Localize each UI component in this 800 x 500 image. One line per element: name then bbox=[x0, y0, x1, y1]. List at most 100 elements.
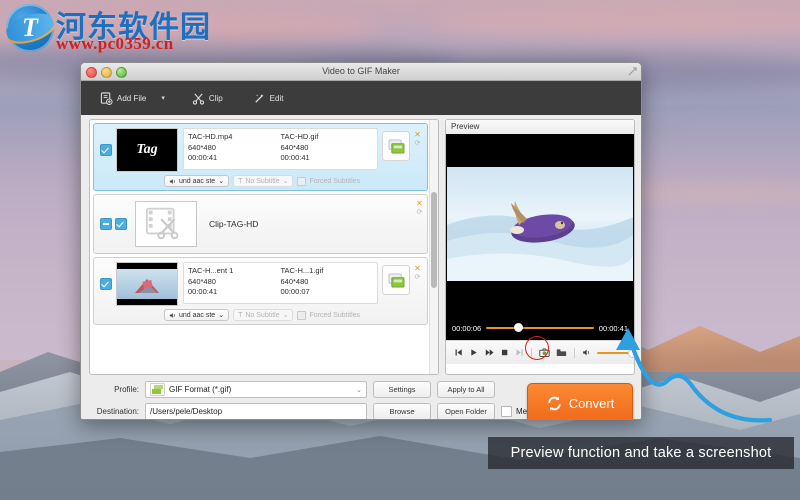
window-content: Tag TAC-HD.mp4 640*480 00:00:41 TAC-HD.g… bbox=[81, 115, 641, 419]
video-frame bbox=[447, 167, 633, 281]
audio-track-value: und aac ste bbox=[179, 177, 216, 185]
snapshot-button[interactable] bbox=[539, 347, 550, 358]
clip-button[interactable]: Clip bbox=[185, 89, 230, 108]
annotation-caption: Preview function and take a screenshot bbox=[488, 437, 794, 469]
source-info: TAC-HD.mp4 640*480 00:00:41 bbox=[188, 132, 281, 166]
fast-forward-button[interactable] bbox=[485, 347, 494, 358]
edit-label: Edit bbox=[269, 93, 284, 103]
open-folder-button[interactable]: Open Folder bbox=[437, 403, 495, 419]
merge-checkbox-box bbox=[501, 406, 512, 417]
table-row[interactable]: Clip-TAG-HD ✕ ⟳ bbox=[93, 194, 428, 254]
subtitle-value: No Subtitle bbox=[245, 177, 280, 185]
destination-value: /Users/pele/Desktop bbox=[150, 407, 223, 416]
audio-track-select[interactable]: und aac ste ⌄ bbox=[164, 309, 230, 321]
settings-panel: Profile: GIF Format (*.gif) ⌄ Settings A… bbox=[89, 381, 633, 419]
source-resolution: 640*480 bbox=[188, 276, 216, 286]
logo-letter: T bbox=[22, 13, 38, 42]
file-list: Tag TAC-HD.mp4 640*480 00:00:41 TAC-HD.g… bbox=[89, 119, 439, 375]
output-format-button[interactable] bbox=[382, 131, 410, 161]
row-main: TAC-H...ent 1 640*480 00:00:41 TAC-H...1… bbox=[94, 258, 427, 308]
source-resolution: 640*480 bbox=[188, 142, 216, 152]
source-info: TAC-H...ent 1 640*480 00:00:41 bbox=[188, 266, 281, 300]
thumbnail-label: Tag bbox=[136, 142, 158, 157]
destination-input[interactable]: /Users/pele/Desktop bbox=[145, 403, 367, 419]
volume-button[interactable] bbox=[582, 347, 591, 358]
add-file-dropdown-caret[interactable]: ▾ bbox=[157, 91, 169, 105]
seek-slider[interactable] bbox=[486, 323, 594, 332]
forced-subtitles-label: Forced Subtitles bbox=[309, 311, 361, 319]
table-row[interactable]: TAC-H...ent 1 640*480 00:00:41 TAC-H...1… bbox=[93, 257, 428, 325]
video-thumbnail bbox=[116, 262, 178, 306]
subtitle-icon: T bbox=[238, 311, 243, 319]
seek-handle[interactable] bbox=[514, 323, 524, 332]
clip-thumbnail bbox=[135, 201, 197, 247]
stop-button[interactable] bbox=[500, 347, 509, 358]
reload-row-button[interactable]: ⟳ bbox=[412, 139, 423, 148]
open-snapshot-folder-button[interactable] bbox=[556, 347, 567, 358]
row-checkbox[interactable] bbox=[115, 218, 127, 230]
magic-wand-icon bbox=[255, 93, 264, 103]
previous-button[interactable] bbox=[454, 347, 463, 358]
output-resolution: 640*480 bbox=[280, 142, 309, 152]
next-button[interactable] bbox=[515, 347, 524, 358]
add-file-label: Add File bbox=[117, 93, 147, 103]
site-watermark: T 河东软件园 www.pc0359.cn bbox=[4, 2, 264, 56]
watermark-logo-icon: T bbox=[6, 4, 54, 52]
output-resolution: 640*480 bbox=[280, 276, 309, 286]
chevron-down-icon: ⌄ bbox=[218, 312, 225, 319]
forced-subtitles-checkbox[interactable]: Forced Subtitles bbox=[297, 310, 361, 320]
add-file-button[interactable]: Add File bbox=[93, 89, 153, 108]
scrollbar-thumb[interactable] bbox=[431, 192, 437, 288]
edit-button[interactable]: Edit bbox=[246, 89, 291, 108]
profile-label: Profile: bbox=[114, 385, 139, 394]
app-window: Video to GIF Maker Add File ▾ Clip Edit … bbox=[80, 62, 642, 420]
clip-film-icon bbox=[145, 207, 179, 240]
audio-track-value: und aac ste bbox=[179, 311, 216, 319]
row-track-bar: und aac ste ⌄ T No Subtitle ⌄ Forced Sub… bbox=[94, 308, 427, 324]
table-row[interactable]: Tag TAC-HD.mp4 640*480 00:00:41 TAC-HD.g… bbox=[93, 123, 428, 191]
clip-row: Clip-TAG-HD bbox=[94, 195, 427, 253]
clip-label: Clip bbox=[208, 93, 223, 103]
current-time: 00:00:06 bbox=[452, 323, 482, 333]
resize-handle-icon[interactable] bbox=[628, 67, 637, 76]
video-surface[interactable] bbox=[446, 134, 634, 316]
source-duration: 00:00:41 bbox=[188, 153, 218, 162]
add-file-icon bbox=[100, 91, 113, 105]
apply-to-all-button[interactable]: Apply to All bbox=[437, 381, 495, 398]
video-thumbnail: Tag bbox=[116, 128, 178, 172]
reload-row-button[interactable]: ⟳ bbox=[414, 208, 425, 217]
profile-select[interactable]: GIF Format (*.gif) ⌄ bbox=[145, 381, 367, 398]
audio-track-select[interactable]: und aac ste ⌄ bbox=[164, 175, 230, 187]
main-toolbar: Add File ▾ Clip Edit bbox=[81, 81, 641, 116]
row-actions: ✕ ⟳ bbox=[414, 197, 425, 217]
subtitle-select[interactable]: T No Subtitle ⌄ bbox=[233, 175, 294, 187]
play-button[interactable] bbox=[469, 347, 478, 358]
output-info: TAC-HD.gif 640*480 00:00:41 bbox=[281, 132, 374, 166]
speaker-icon bbox=[169, 312, 175, 318]
forced-subtitles-checkbox[interactable]: Forced Subtitles bbox=[297, 176, 360, 186]
window-title: Video to GIF Maker bbox=[322, 66, 400, 76]
chevron-down-icon: ⌄ bbox=[218, 178, 225, 185]
control-separator bbox=[531, 347, 533, 358]
remove-row-button[interactable]: ✕ bbox=[414, 200, 425, 208]
gif-format-icon bbox=[150, 383, 165, 396]
title-bar: Video to GIF Maker bbox=[81, 63, 641, 81]
chevron-down-icon: ⌄ bbox=[356, 386, 362, 394]
output-filename: TAC-HD.gif bbox=[280, 132, 319, 141]
settings-button[interactable]: Settings bbox=[373, 381, 431, 398]
output-filename: TAC-H...1.gif bbox=[280, 266, 324, 275]
remove-row-button[interactable]: ✕ bbox=[412, 265, 423, 273]
browse-button[interactable]: Browse bbox=[373, 403, 431, 419]
remove-row-button[interactable]: ✕ bbox=[412, 131, 423, 139]
subtitle-icon: T bbox=[238, 177, 243, 185]
row-checkbox[interactable] bbox=[100, 144, 112, 156]
chevron-down-icon: ⌄ bbox=[282, 312, 289, 319]
row-checkbox[interactable] bbox=[100, 278, 112, 290]
output-format-button[interactable] bbox=[382, 265, 410, 295]
file-list-scrollbar[interactable] bbox=[429, 120, 438, 374]
subtitle-select[interactable]: T No Subtitle ⌄ bbox=[233, 309, 294, 321]
output-info: TAC-H...1.gif 640*480 00:00:07 bbox=[281, 266, 374, 300]
row-collapse-toggle[interactable] bbox=[100, 218, 112, 230]
reload-row-button[interactable]: ⟳ bbox=[412, 273, 423, 282]
forced-subtitles-box bbox=[297, 176, 307, 186]
